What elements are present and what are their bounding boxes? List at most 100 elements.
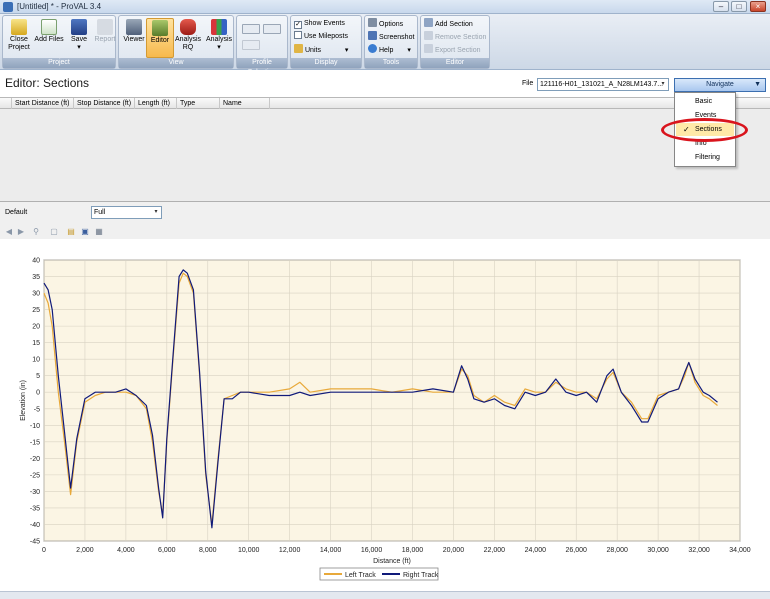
page-title: Editor: Sections	[5, 76, 90, 90]
options-icon	[368, 18, 377, 27]
report-button[interactable]: Report	[91, 18, 119, 58]
navigate-button[interactable]: Navigate ▼	[674, 78, 766, 92]
editor-header: Editor: Sections File 121116-H01_131021_…	[0, 71, 770, 97]
minimize-button[interactable]: –	[713, 1, 729, 12]
checkbox-icon	[294, 31, 302, 39]
menu-item-filtering[interactable]: Filtering	[676, 151, 734, 164]
export-section-icon	[424, 44, 433, 53]
remove-section-button[interactable]: Remove Section	[424, 31, 486, 43]
x-tick-label: 22,000	[484, 547, 506, 554]
zoom-icon[interactable]: ⚲	[31, 227, 41, 236]
display-group: ✓ Show Events Use Mileposts Units ▾ Displ…	[290, 15, 362, 69]
analysis-rq-button[interactable]: Analysis RQ	[173, 18, 203, 58]
profile-list-icon[interactable]	[263, 24, 281, 34]
file-dropdown[interactable]: 121116-H01_131021_A_N28LM143.7... ▾	[537, 78, 669, 91]
viewer-button[interactable]: Viewer	[120, 18, 148, 58]
sections-table-body[interactable]	[0, 109, 770, 202]
elevation-chart[interactable]: 0 2,000 4,000 6,000 8,000 10,000 12,000 14,000 1…	[0, 239, 770, 591]
view-group: Viewer Editor Analysis RQ Analysis ▾ View	[118, 15, 234, 69]
close-project-button[interactable]: Close Project	[5, 18, 33, 58]
x-tick-label: 32,000	[688, 547, 710, 554]
save-chart-icon[interactable]: ▣	[80, 227, 90, 236]
options-button[interactable]: Options	[368, 18, 403, 30]
units-dropdown[interactable]: Units ▾	[294, 44, 348, 56]
legend-label: Right Track	[403, 572, 439, 579]
x-tick-label: 20,000	[443, 547, 465, 554]
column-header[interactable]: Name	[220, 98, 270, 109]
ruler-icon	[294, 44, 303, 53]
x-tick-label: 30,000	[647, 547, 669, 554]
y-tick-label: -25	[30, 472, 40, 479]
editor-button[interactable]: Editor	[146, 18, 174, 58]
plot-background	[43, 259, 741, 542]
use-mileposts-checkbox[interactable]: Use Mileposts	[294, 31, 348, 43]
x-tick-label: 28,000	[606, 547, 628, 554]
analysis-button[interactable]: Analysis ▾	[204, 18, 234, 58]
view-group-label: View	[119, 58, 233, 68]
copy-icon[interactable]: ▤	[66, 227, 76, 236]
profile-grid-icon[interactable]	[242, 40, 260, 50]
y-tick-label: -40	[30, 522, 40, 529]
y-tick-label: -20	[30, 456, 40, 463]
column-header[interactable]: Length (ft)	[135, 98, 177, 109]
y-tick-label: 10	[32, 357, 40, 364]
back-arrow-icon[interactable]: ◀	[4, 227, 14, 236]
x-tick-label: 4,000	[117, 547, 135, 554]
screenshot-button[interactable]: Screenshot	[368, 31, 414, 43]
binoculars-icon	[126, 19, 142, 35]
default-dropdown[interactable]: Full ▾	[91, 206, 162, 219]
y-tick-label: 20	[32, 324, 40, 331]
tools-icon	[152, 20, 168, 36]
x-tick-label: 16,000	[361, 547, 383, 554]
x-tick-label: 2,000	[76, 547, 94, 554]
save-icon	[71, 19, 87, 35]
x-axis-label: Distance (ft)	[373, 558, 411, 565]
y-tick-label: 40	[32, 258, 40, 265]
add-section-icon	[424, 18, 433, 27]
chevron-down-icon: ▾	[407, 47, 411, 54]
app-icon	[3, 2, 13, 12]
y-tick-label: -15	[30, 439, 40, 446]
menu-item-basic[interactable]: Basic	[676, 95, 734, 108]
maximize-button[interactable]: □	[731, 1, 747, 12]
x-tick-label: 6,000	[158, 547, 176, 554]
x-tick-label: 8,000	[199, 547, 217, 554]
row-selector-header	[0, 98, 12, 109]
y-tick-label: -5	[34, 406, 40, 413]
help-dropdown[interactable]: Help ▾	[368, 44, 411, 56]
highlight-annotation	[661, 118, 748, 142]
tools-group-label: Tools	[365, 58, 417, 68]
export-section-button[interactable]: Export Section	[424, 44, 481, 56]
x-tick-label: 10,000	[238, 547, 260, 554]
editor-group: Add Section Remove Section Export Sectio…	[420, 15, 490, 69]
editor-group-label: Editor	[421, 58, 489, 68]
profile-list-icon[interactable]	[242, 24, 260, 34]
chevron-down-icon: ▾	[77, 44, 81, 51]
save-button[interactable]: Save ▾	[65, 18, 93, 58]
checkbox-checked-icon: ✓	[294, 21, 302, 29]
close-window-button[interactable]: ×	[750, 1, 766, 12]
column-header[interactable]: Type	[177, 98, 220, 109]
camera-icon	[368, 31, 377, 40]
y-tick-label: -45	[30, 539, 40, 546]
zoom-reset-icon[interactable]: ▢	[49, 227, 59, 236]
chevron-down-icon: ▾	[217, 44, 221, 51]
report-icon	[97, 19, 113, 35]
legend-label: Left Track	[345, 572, 376, 579]
show-events-checkbox[interactable]: ✓ Show Events	[294, 18, 345, 30]
x-tick-label: 34,000	[729, 547, 751, 554]
tools-group: Options Screenshot Help ▾ Tools	[364, 15, 418, 69]
y-tick-label: -30	[30, 489, 40, 496]
bar-chart-icon	[211, 19, 227, 35]
column-header[interactable]: Start Distance (ft)	[12, 98, 74, 109]
window-title: [Untitled] * - ProVAL 3.4	[17, 2, 102, 11]
column-header[interactable]: Stop Distance (ft)	[74, 98, 135, 109]
add-files-button[interactable]: Add Files	[33, 18, 65, 58]
add-section-button[interactable]: Add Section	[424, 18, 473, 30]
y-tick-label: 15	[32, 340, 40, 347]
y-tick-label: 25	[32, 307, 40, 314]
print-icon[interactable]: ▦	[94, 227, 104, 236]
project-group-label: Project	[3, 58, 115, 68]
y-axis-label: Elevation (in)	[20, 380, 27, 421]
forward-arrow-icon[interactable]: ▶	[16, 227, 26, 236]
